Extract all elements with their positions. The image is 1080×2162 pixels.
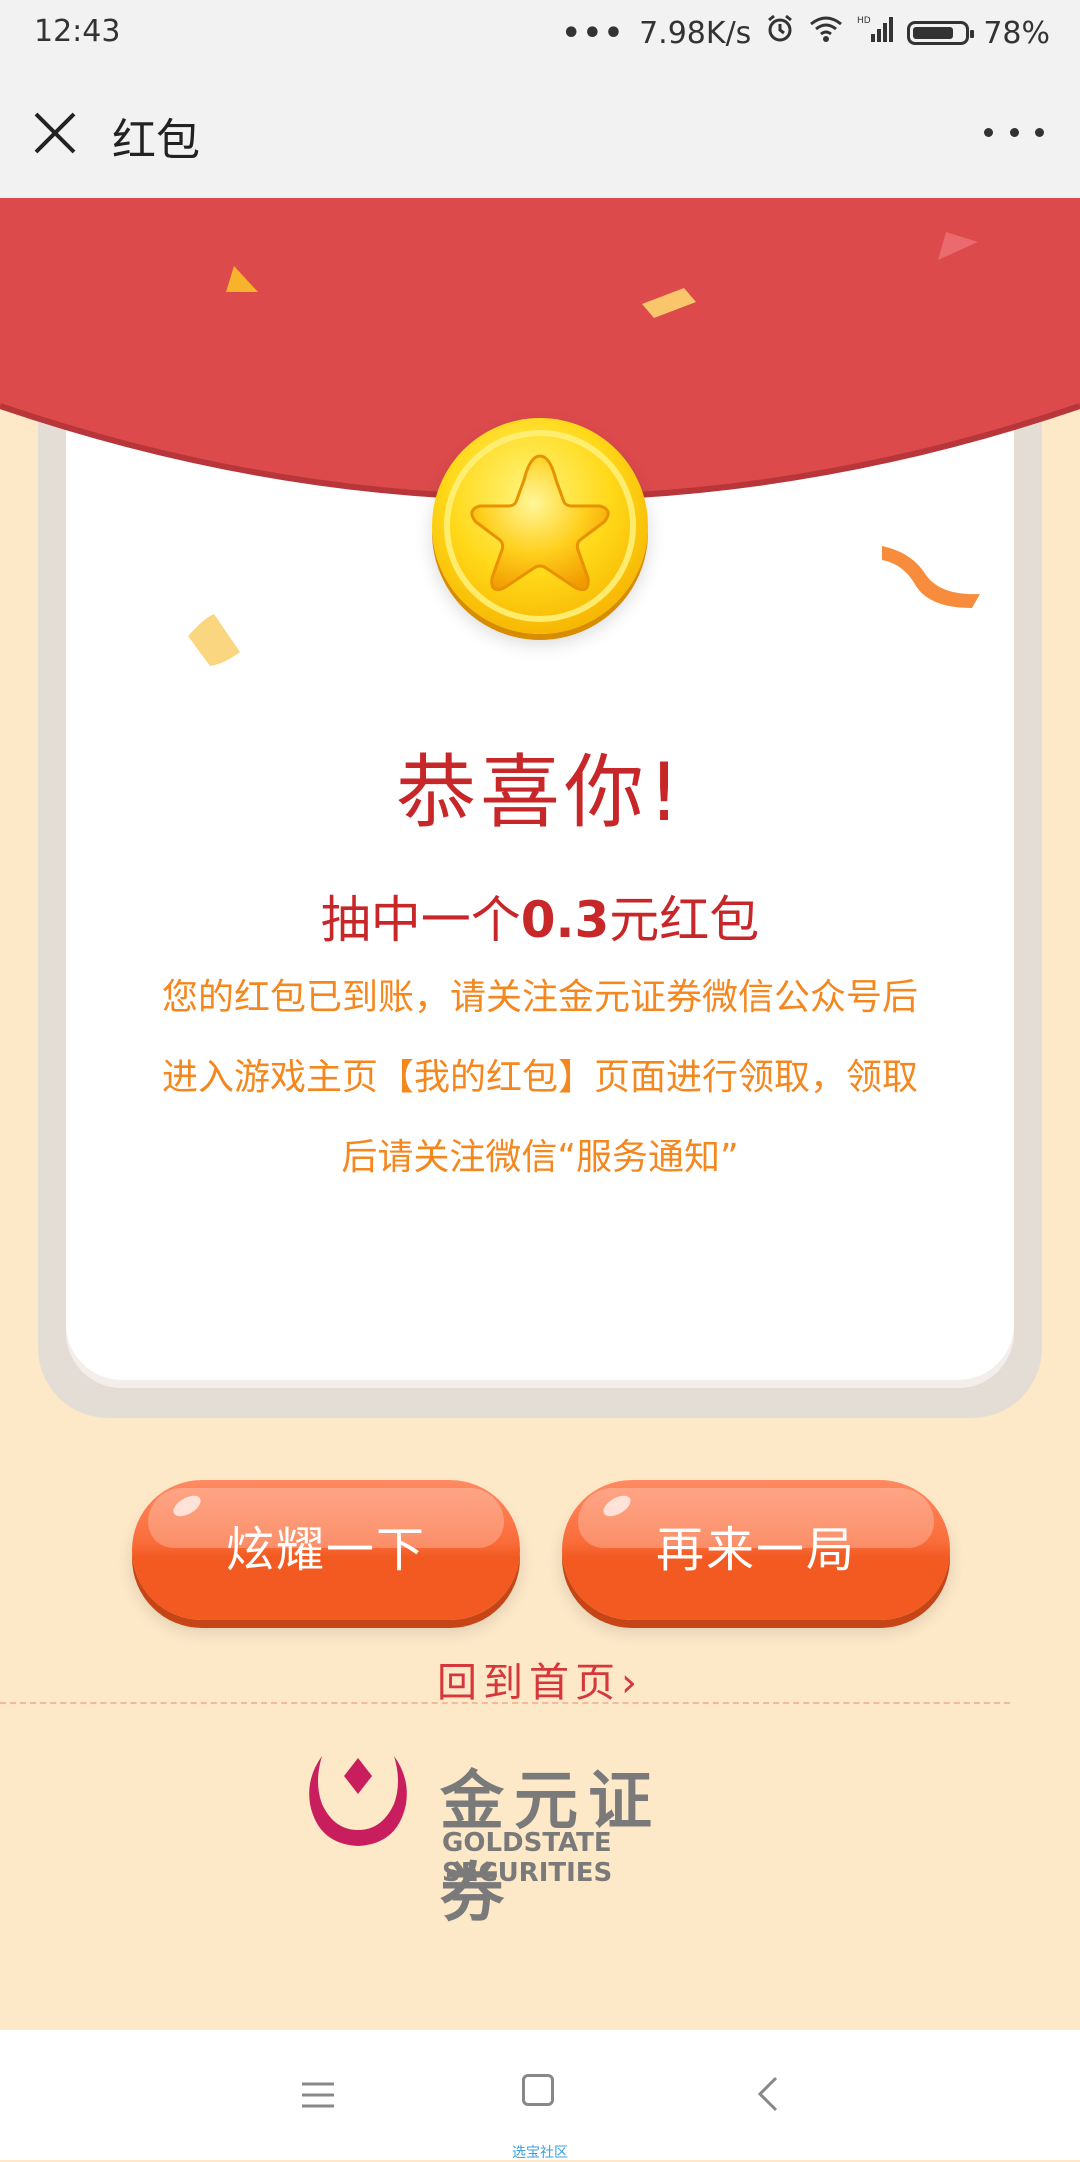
confetti-icon: [226, 266, 258, 292]
star-coin-icon: [432, 418, 648, 634]
system-nav-bar: 选宝社区: [0, 2030, 1080, 2161]
divider: [0, 1702, 1010, 1704]
status-icons: ••• 7.98K/s HD 78%: [562, 14, 1050, 52]
claim-instructions: 您的红包已到账，请关注金元证券微信公众号后 进入游戏主页【我的红包】页面进行领取…: [161, 977, 918, 1178]
battery-percent: 78%: [983, 15, 1050, 51]
confetti-icon: [882, 546, 980, 608]
watermark-text: 选宝社区: [512, 2145, 568, 2161]
back-home-link[interactable]: 回到首页›: [0, 1650, 1080, 1708]
chevron-right-icon: ›: [621, 1660, 643, 1706]
network-speed: 7.98K/s: [639, 15, 752, 51]
confetti-icon: [642, 288, 696, 318]
play-again-button[interactable]: 再来一局: [562, 1480, 950, 1620]
red-packet-page: 恭喜你! 抽中一个0.3元红包 您的红包已到账，请关注金元证券微信公众号后 进入…: [0, 198, 1080, 2030]
svg-text:HD: HD: [857, 16, 871, 26]
prize-text: 抽中一个0.3元红包: [320, 891, 760, 949]
hd-signal-icon: HD: [857, 14, 894, 52]
show-off-button[interactable]: 炫耀一下: [132, 1480, 520, 1620]
wifi-icon: [809, 15, 843, 51]
logo-name-en: GOLDSTATE SECURITIES: [442, 1828, 613, 1888]
more-options-button[interactable]: [984, 122, 1044, 142]
page-title: 红包: [112, 115, 200, 166]
prize-amount: 0.3: [520, 891, 610, 949]
status-time: 12:43: [34, 14, 121, 49]
menu-icon[interactable]: [300, 2080, 336, 2110]
congrats-title: 恭喜你!: [395, 746, 685, 839]
goldstate-logo: 金元证券 GOLDSTATE SECURITIES: [302, 1742, 722, 1931]
confetti-icon: [188, 614, 240, 666]
status-bar: 12:43 ••• 7.98K/s HD 78%: [0, 0, 1080, 66]
more-dots-icon: [984, 127, 993, 137]
close-icon: [34, 112, 76, 154]
alarm-icon: [765, 14, 795, 52]
close-button[interactable]: [28, 106, 82, 160]
confetti-icon: [938, 232, 978, 260]
back-icon[interactable]: [752, 2074, 782, 2114]
home-icon[interactable]: [522, 2074, 554, 2106]
battery-icon: [907, 21, 975, 45]
title-bar: 红包: [0, 66, 1080, 198]
more-dots-icon: •••: [561, 15, 626, 51]
logo-mark-icon: [309, 1756, 407, 1846]
